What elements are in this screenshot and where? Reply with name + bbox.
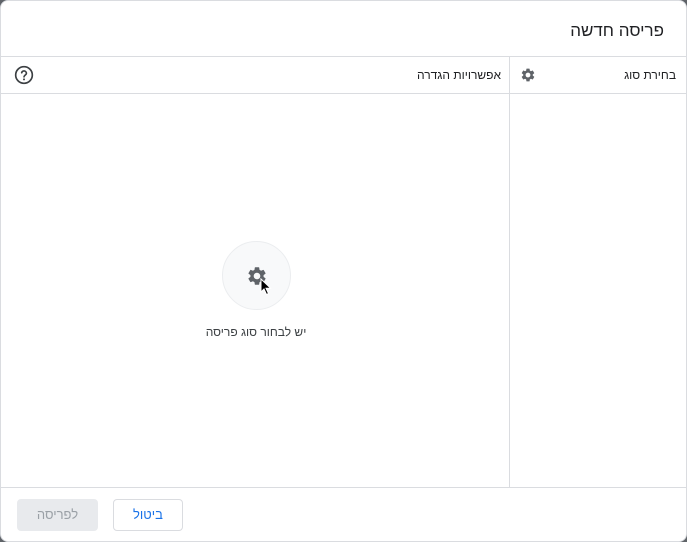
select-type-header: בחירת סוג: [510, 57, 686, 94]
empty-state-message: יש לבחור סוג פריסה: [205, 325, 307, 339]
dialog-footer: לפריסה ביטול: [1, 487, 686, 541]
config-options-title: אפשרויות הגדרה: [417, 68, 501, 82]
dialog-title: פריסה חדשה: [570, 21, 664, 40]
empty-state-icon-circle: [222, 241, 291, 310]
select-type-title: בחירת סוג: [624, 68, 676, 82]
config-options-header: אפשרויות הגדרה: [1, 57, 511, 94]
cancel-button[interactable]: ביטול: [113, 499, 183, 531]
new-deployment-dialog: פריסה חדשה בחירת סוג אפשרויות הגדרה יש ל…: [0, 0, 687, 542]
config-options-pane: אפשרויות הגדרה יש לבחור סוג פריסה: [1, 57, 511, 487]
gear-icon[interactable]: [520, 67, 536, 83]
deploy-button[interactable]: לפריסה: [17, 499, 98, 531]
select-type-pane: בחירת סוג: [509, 57, 686, 487]
dialog-header: פריסה חדשה: [1, 1, 686, 57]
mouse-cursor-icon: [260, 278, 272, 296]
empty-state: יש לבחור סוג פריסה: [1, 94, 511, 487]
dialog-body: בחירת סוג אפשרויות הגדרה יש לבחור סוג פר…: [1, 57, 686, 487]
help-icon[interactable]: [14, 65, 34, 85]
